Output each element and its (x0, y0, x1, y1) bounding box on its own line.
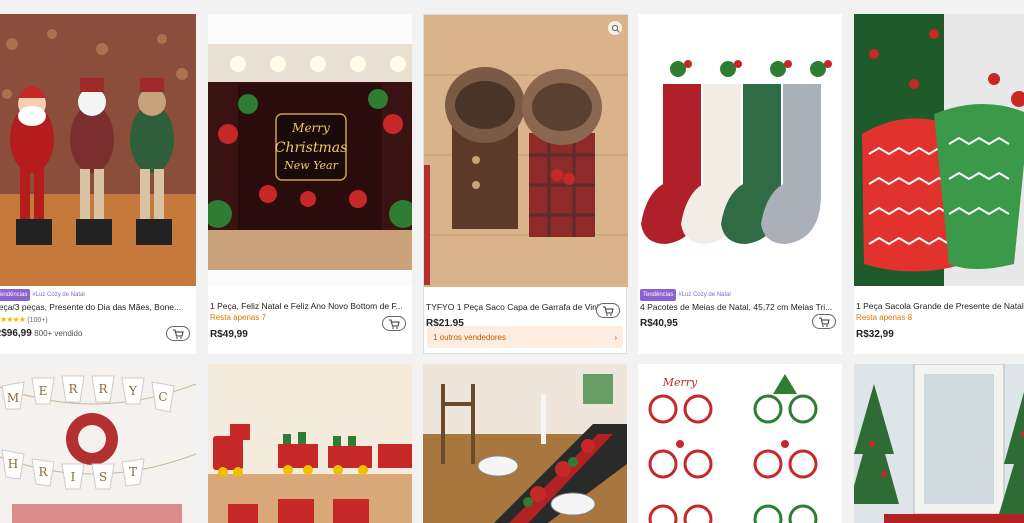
product-image[interactable]: Merry (638, 364, 842, 523)
trend-badge: Tendências (0, 288, 31, 301)
sold-count: 800+ vendido (34, 328, 83, 338)
trend-badge: Tendências (640, 288, 677, 301)
product-grid: Tendências #Luz Cozy de Natal peça/3 peça… (0, 0, 1024, 523)
garland-letter: M (7, 391, 19, 405)
product-card[interactable]: Merry Christmas New Year 1 Peça, Feliz N… (208, 14, 412, 354)
product-price: R$32,99 (856, 329, 894, 340)
trend-tag: #Luz Cozy de Natal (32, 291, 85, 298)
banner-text-merry: Merry (291, 121, 330, 135)
garland-letter: T (129, 465, 137, 479)
garland-letter: R (68, 382, 78, 396)
add-to-cart-button[interactable] (382, 316, 406, 331)
garland-letter: E (39, 384, 48, 398)
product-image[interactable] (854, 14, 1024, 286)
product-image[interactable] (208, 364, 412, 523)
banner-text-newyear: New Year (283, 159, 338, 172)
garland-letter: C (158, 390, 167, 404)
garland-letter: I (71, 470, 76, 484)
cart-icon (173, 329, 184, 339)
add-to-cart-button[interactable] (596, 303, 620, 318)
other-sellers-label: 1 outros vendedores (433, 332, 506, 342)
chevron-right-icon: › (614, 332, 617, 342)
product-image[interactable]: M E R R Y C H R I S T (0, 364, 196, 523)
product-card[interactable]: Tendências #Luz Cozy de Natal peça/3 peça… (0, 14, 196, 354)
cart-icon (819, 317, 830, 327)
product-meta: 1 Peça Sacola Grande de Presente de Nata… (854, 288, 1024, 341)
product-price: R$40,95 (640, 317, 678, 329)
garland-letter: Y (128, 384, 138, 398)
product-title[interactable]: 4 Pacotes de Meias de Natal, 45,72 cm Me… (640, 301, 840, 313)
product-title[interactable]: peça/3 peças, Presente do Dia das Mães, … (0, 301, 194, 313)
stock-warning: Resta apenas 8 (856, 313, 913, 322)
rating-count: (100+) (27, 316, 48, 324)
product-price: R$49,99 (210, 329, 248, 340)
product-image[interactable] (638, 14, 842, 286)
product-title[interactable]: 1 Peça, Feliz Natal e Feliz Ano Novo Bot… (210, 300, 410, 312)
add-to-cart-button[interactable] (812, 314, 836, 329)
glasses-text: Merry (662, 376, 698, 389)
cart-icon (389, 319, 400, 329)
stock-warning: Resta apenas 7 (210, 313, 267, 322)
product-card[interactable]: 1 Peça Sacola Grande de Presente de Nata… (854, 14, 1024, 354)
trend-tag: #Luz Cozy de Natal (678, 291, 731, 298)
banner-text-christmas: Christmas (275, 140, 348, 156)
product-card[interactable] (854, 364, 1024, 523)
product-meta: 1 Peça, Feliz Natal e Feliz Ano Novo Bot… (208, 288, 412, 341)
product-card[interactable]: Tendências #Luz Cozy de Natal 4 Pacotes d… (638, 14, 842, 354)
product-card[interactable]: M E R R Y C H R I S T (0, 364, 196, 523)
garland-letter: S (99, 470, 107, 484)
zoom-icon[interactable] (608, 21, 622, 35)
product-image[interactable] (423, 364, 627, 523)
cart-icon (603, 306, 614, 316)
garland-letter: R (98, 382, 108, 396)
garland-letter: H (8, 457, 18, 471)
product-image[interactable] (424, 15, 628, 287)
garland-letter: R (38, 465, 48, 479)
product-card[interactable] (423, 364, 627, 523)
product-image[interactable] (854, 364, 1024, 523)
product-title[interactable]: 1 Peça Sacola Grande de Presente de Nata… (856, 300, 1024, 312)
product-image[interactable]: Merry Christmas New Year (208, 14, 412, 286)
product-price: R$96,99 (0, 327, 32, 339)
product-image[interactable] (0, 14, 196, 286)
rating-stars: ★★★★★ (0, 314, 26, 324)
product-card[interactable] (208, 364, 412, 523)
other-sellers-link[interactable]: 1 outros vendedores › (427, 326, 623, 348)
product-card[interactable]: Merry (638, 364, 842, 523)
product-card[interactable]: TYFYO 1 Peça Saco Capa de Garrafa de Vin… (423, 14, 628, 354)
add-to-cart-button[interactable] (166, 326, 190, 341)
